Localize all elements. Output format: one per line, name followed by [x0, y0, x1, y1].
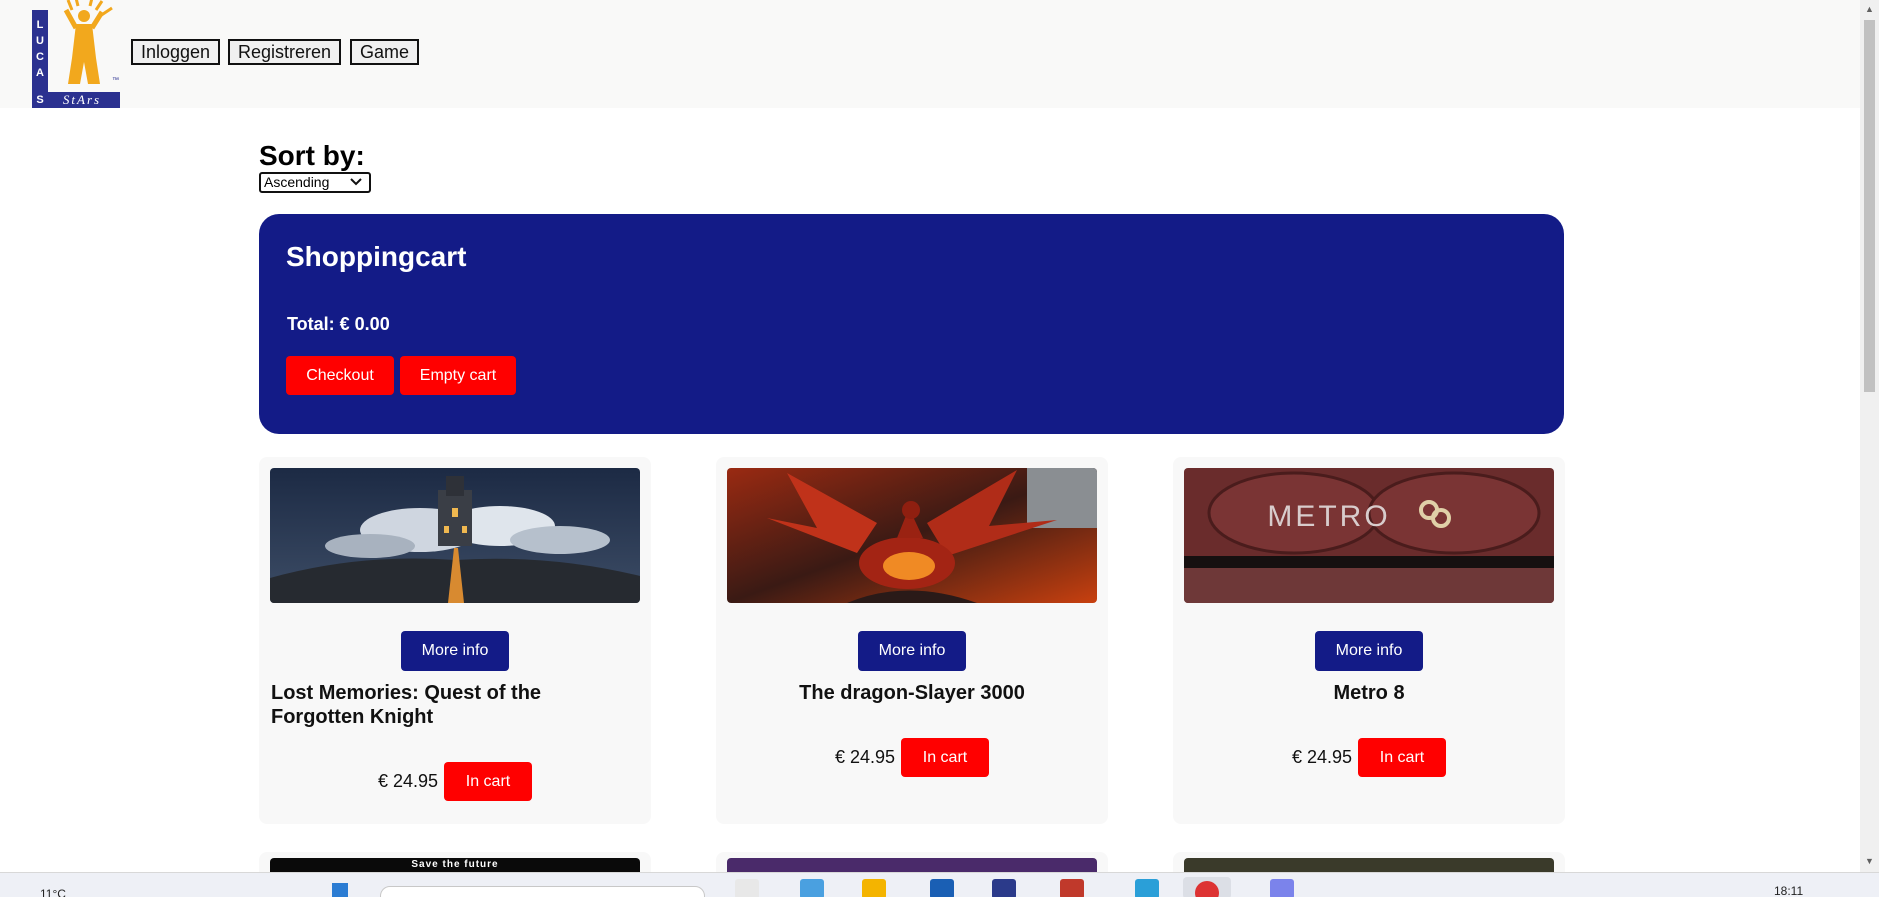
register-button[interactable]: Registreren [228, 39, 342, 65]
product-image-banner: Save the future [411, 859, 499, 870]
taskbar-app-icon[interactable] [735, 879, 759, 897]
logo-tagline: StArs [63, 92, 101, 107]
logo-letter-a: A [36, 67, 44, 79]
site-header: L U C A S StArs ™ Inloggen Registreren G… [0, 0, 1860, 108]
checkout-button[interactable]: Checkout [286, 356, 394, 395]
product-price: € 24.95 [1292, 747, 1353, 767]
taskbar-app-icon[interactable] [992, 879, 1016, 897]
product-image-metro: METRO [1184, 468, 1554, 603]
browser-icon [1195, 881, 1219, 897]
logo-letter-l: L [37, 19, 44, 31]
sort-selected-value: Ascending [264, 174, 330, 190]
logo-trademark: ™ [112, 77, 119, 84]
scrollbar-thumb[interactable] [1864, 20, 1875, 392]
metro-logo-text: METRO [1267, 500, 1390, 533]
mail-icon[interactable] [1060, 879, 1084, 897]
cart-total: Total: € 0.00 [287, 314, 390, 334]
sort-select[interactable]: Ascending [259, 172, 371, 193]
logo-letter-u: U [36, 35, 44, 47]
logo-letter-c: C [36, 51, 44, 63]
taskbar-search-input[interactable] [380, 886, 705, 897]
product-image-castle [270, 468, 640, 603]
taskbar-app-icon[interactable] [930, 879, 954, 897]
add-to-cart-button[interactable]: In cart [901, 738, 989, 777]
more-info-button[interactable]: More info [858, 631, 966, 671]
vertical-scrollbar[interactable]: ▲ ▼ [1860, 0, 1879, 872]
taskbar-clock[interactable]: 18:11 [1774, 884, 1803, 897]
sort-label: Sort by: [259, 140, 365, 171]
taskbar-app-icon[interactable] [800, 879, 824, 897]
product-title: The dragon-Slayer 3000 [799, 682, 1025, 704]
empty-cart-button[interactable]: Empty cart [400, 356, 516, 395]
product-card: More info Lost Memories: Quest of the Fo… [259, 457, 651, 824]
add-to-cart-button[interactable]: In cart [1358, 738, 1446, 777]
product-title: Lost Memories: Quest of the Forgotten Kn… [271, 682, 542, 728]
product-card: METRO More info Metro 8 € 24.95 In cart [1173, 457, 1565, 824]
teams-icon[interactable] [1270, 879, 1294, 897]
taskbar-active-app[interactable] [1183, 877, 1231, 897]
product-price: € 24.95 [835, 747, 896, 767]
logo-letter-s: S [36, 94, 43, 106]
product-card: More info The dragon-Slayer 3000 € 24.95… [716, 457, 1108, 824]
cart-title: Shoppingcart [286, 241, 467, 272]
product-image-dragon [727, 468, 1097, 603]
product-title: Metro 8 [1333, 682, 1405, 704]
taskbar-app-icon[interactable] [1135, 879, 1159, 897]
weather-text[interactable]: 11°C [40, 887, 66, 897]
more-info-button[interactable]: More info [401, 631, 509, 671]
login-button[interactable]: Inloggen [131, 39, 221, 65]
folder-icon[interactable] [862, 879, 886, 897]
scroll-up-arrow-icon[interactable]: ▲ [1865, 4, 1874, 14]
product-price: € 24.95 [378, 771, 439, 791]
add-to-cart-button[interactable]: In cart [444, 762, 532, 801]
start-icon[interactable] [332, 883, 348, 897]
lucasstars-logo[interactable]: L U C A S StArs ™ [32, 0, 120, 108]
os-taskbar: 11°C 18:11 [0, 872, 1879, 897]
chevron-down-icon [350, 178, 362, 186]
scroll-down-arrow-icon[interactable]: ▼ [1865, 856, 1874, 866]
shopping-cart-panel: Shoppingcart Total: € 0.00 Checkout Empt… [259, 214, 1564, 434]
game-button[interactable]: Game [350, 39, 420, 65]
more-info-button[interactable]: More info [1315, 631, 1423, 671]
